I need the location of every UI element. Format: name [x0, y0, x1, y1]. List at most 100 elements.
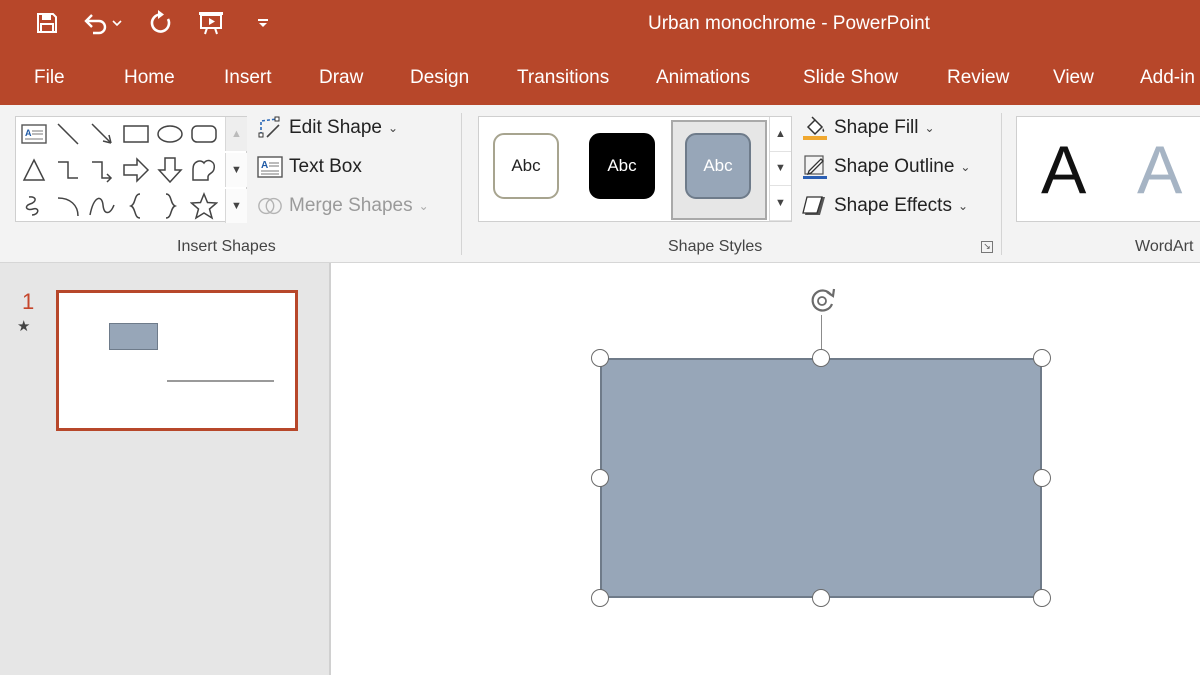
selected-rectangle-shape[interactable] [600, 358, 1042, 598]
tab-add-in[interactable]: Add-in [1140, 67, 1195, 89]
tab-view[interactable]: View [1053, 67, 1094, 89]
styles-scroll-up-icon[interactable]: ▲ [770, 117, 791, 152]
edit-shape-icon [257, 115, 283, 141]
slide-thumbnail-pane: 1 ★ [0, 263, 331, 675]
undo-icon[interactable] [80, 8, 110, 38]
chevron-down-icon: ⌄ [387, 121, 399, 135]
arc-shape-icon[interactable] [51, 189, 85, 223]
save-icon[interactable] [32, 8, 62, 38]
right-arrow-shape-icon[interactable] [119, 153, 153, 187]
resize-handle-top-left[interactable] [591, 349, 609, 367]
shapes-more-icon[interactable]: ▼ [225, 189, 247, 223]
oval-shape-icon[interactable] [153, 117, 187, 151]
line-shape-icon[interactable] [51, 117, 85, 151]
shapes-scroll-up-icon[interactable]: ▲ [225, 117, 247, 151]
ribbon: A ▲ ▼ ▼ Edit Shape ⌄ A Text Box Merge Sh… [0, 105, 1200, 263]
svg-text:A: A [25, 128, 32, 138]
wordart-style-blue-gray[interactable]: A [1137, 131, 1182, 209]
shape-effects-icon [802, 193, 828, 219]
chevron-down-icon: ⌄ [960, 160, 971, 174]
group-divider [1001, 113, 1002, 255]
resize-handle-right[interactable] [1033, 469, 1051, 487]
undo-dropdown-icon[interactable] [110, 8, 124, 38]
arrow-shape-icon[interactable] [85, 117, 119, 151]
format-shape-dialog-launcher-icon[interactable]: ↘ [981, 241, 993, 253]
chevron-down-icon: ⌄ [957, 199, 969, 213]
styles-more-icon[interactable]: ▼ [770, 186, 791, 221]
tab-slide-show[interactable]: Slide Show [803, 67, 898, 89]
window-title: Urban monochrome - PowerPoint [648, 13, 930, 34]
slide-number: 1 [22, 289, 35, 314]
shape-styles-gallery: Abc Abc Abc ▲ ▼ ▼ [478, 116, 792, 222]
text-box-label: Text Box [289, 156, 362, 177]
rounded-rectangle-shape-icon[interactable] [187, 117, 221, 151]
edit-shape-label: Edit Shape [289, 117, 382, 138]
swatch-text: Abc [607, 156, 637, 175]
thumbnail-line [167, 380, 274, 382]
styles-scrollbar: ▲ ▼ ▼ [769, 117, 791, 221]
wordart-style-black[interactable]: A [1041, 131, 1086, 209]
shapes-gallery: A ▲ ▼ ▼ [15, 116, 247, 223]
resize-handle-bottom-right[interactable] [1033, 589, 1051, 607]
text-box-button[interactable]: A Text Box [257, 154, 362, 180]
down-arrow-shape-icon[interactable] [153, 153, 187, 187]
chevron-down-icon: ⌄ [418, 199, 429, 213]
elbow-connector-icon[interactable] [51, 153, 85, 187]
shapes-scroll-down-icon[interactable]: ▼ [225, 153, 247, 187]
scribble-shape-icon[interactable] [17, 189, 51, 223]
paint-bucket-icon [802, 115, 828, 141]
customize-qat-icon[interactable] [248, 8, 278, 38]
swatch-text: Abc [511, 156, 541, 175]
merge-shapes-label: Merge Shapes [289, 195, 413, 216]
tab-insert[interactable]: Insert [224, 67, 272, 89]
triangle-shape-icon[interactable] [17, 153, 51, 187]
resize-handle-top-right[interactable] [1033, 349, 1051, 367]
style-swatch-outline[interactable]: Abc [493, 133, 559, 199]
tab-review[interactable]: Review [947, 67, 1009, 89]
wordart-gallery: A A [1016, 116, 1200, 222]
freeform-shape-icon[interactable] [187, 153, 221, 187]
shape-fill-button[interactable]: Shape Fill ⌄ [802, 115, 935, 141]
style-swatch-black[interactable]: Abc [589, 133, 655, 199]
tab-design[interactable]: Design [410, 67, 469, 89]
style-swatch-blue-gray[interactable]: Abc [685, 133, 751, 199]
left-brace-shape-icon[interactable] [119, 189, 153, 223]
merge-shapes-icon [257, 193, 283, 219]
thumbnail-rectangle [109, 323, 158, 350]
elbow-arrow-connector-icon[interactable] [85, 153, 119, 187]
tab-draw[interactable]: Draw [319, 67, 363, 89]
resize-handle-bottom[interactable] [812, 589, 830, 607]
insert-shapes-group-label: Insert Shapes [177, 238, 276, 255]
ribbon-tabs: File Home Insert Draw Design Transitions… [0, 50, 1200, 105]
star-shape-icon[interactable] [187, 189, 221, 223]
group-divider [461, 113, 462, 255]
rotate-handle-icon[interactable] [804, 283, 840, 319]
slide-canvas[interactable] [333, 263, 1200, 675]
merge-shapes-button[interactable]: Merge Shapes ⌄ [257, 193, 429, 219]
chevron-down-icon: ⌄ [924, 121, 935, 135]
resize-handle-left[interactable] [591, 469, 609, 487]
svg-text:A: A [261, 160, 268, 171]
shape-effects-button[interactable]: Shape Effects ⌄ [802, 193, 968, 219]
text-box-icon: A [257, 154, 283, 180]
redo-icon[interactable] [146, 8, 176, 38]
text-box-shape-icon[interactable]: A [17, 117, 51, 151]
styles-scroll-down-icon[interactable]: ▼ [770, 152, 791, 187]
title-bar: Urban monochrome - PowerPoint [0, 0, 1200, 50]
resize-handle-top[interactable] [812, 349, 830, 367]
shape-fill-label: Shape Fill [834, 117, 919, 138]
swatch-text: Abc [703, 156, 733, 175]
rectangle-shape-icon[interactable] [119, 117, 153, 151]
shape-effects-label: Shape Effects [834, 195, 952, 216]
present-from-beginning-icon[interactable] [196, 8, 226, 38]
curve-shape-icon[interactable] [85, 189, 119, 223]
slide-thumbnail[interactable] [56, 290, 298, 431]
tab-file[interactable]: File [34, 67, 65, 89]
resize-handle-bottom-left[interactable] [591, 589, 609, 607]
tab-home[interactable]: Home [124, 67, 175, 89]
right-brace-shape-icon[interactable] [153, 189, 187, 223]
shape-outline-button[interactable]: Shape Outline ⌄ [802, 154, 970, 180]
tab-transitions[interactable]: Transitions [517, 67, 609, 89]
tab-animations[interactable]: Animations [656, 67, 750, 89]
edit-shape-button[interactable]: Edit Shape ⌄ [257, 115, 398, 141]
